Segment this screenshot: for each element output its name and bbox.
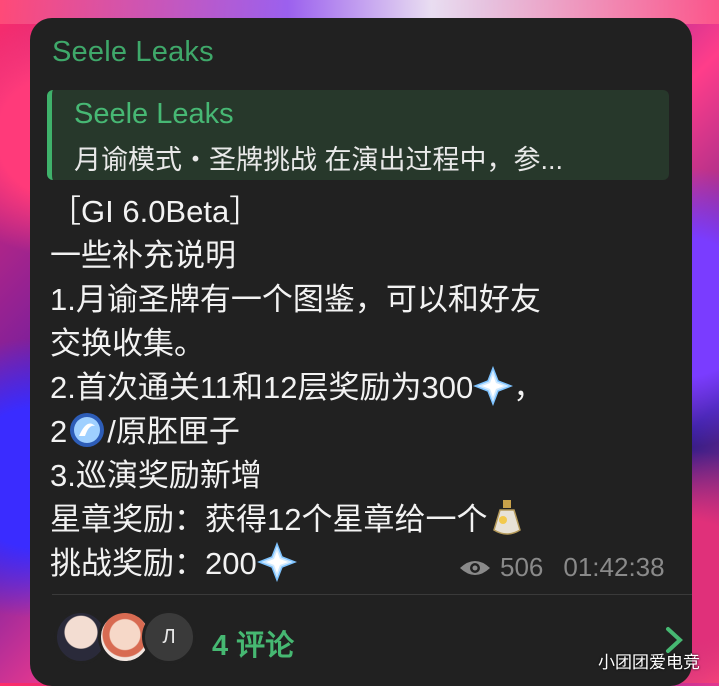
message-bubble: Seele Leaks Seele Leaks 月谕模式・圣牌挑战 在演出过程中… [30, 18, 692, 686]
message-line: 交换收集。 [50, 326, 205, 361]
message-time: 01:42:38 [563, 552, 665, 582]
comments-bar[interactable]: Л 4 评论 [52, 610, 692, 670]
watermark: 小团团爱电竞 [598, 653, 700, 672]
message-line-text: 2.首次通关11和12层奖励为300 [50, 370, 474, 405]
avatar: Л [142, 610, 196, 664]
sender-name[interactable]: Seele Leaks [52, 36, 214, 69]
divider [52, 594, 692, 595]
message-line: 1.月谕圣牌有一个图鉴，可以和好友 [50, 282, 541, 317]
view-count: 506 [500, 552, 544, 582]
message-line: ［GI 6.0Beta］ [50, 194, 261, 229]
message-line-text: /原胚匣子 [107, 414, 240, 449]
fate-icon [70, 413, 105, 447]
reply-sender-name: Seele Leaks [74, 98, 234, 130]
vial-icon [493, 500, 522, 535]
message-line: 星章奖励：获得12个星章给一个 [50, 498, 544, 542]
message-meta: 506 01:42:38 [458, 552, 665, 583]
primogem-icon [473, 366, 514, 406]
message-line-text: 星章奖励：获得12个星章给一个 [50, 502, 488, 537]
message-line: 2.首次通关11和12层奖励为300 ， [50, 366, 544, 410]
reply-text: 月谕模式・圣牌挑战 在演出过程中，参... [74, 145, 564, 175]
message-line-text: ， [513, 370, 545, 405]
primogem-icon [256, 542, 297, 582]
message-line: 3.巡演奖励新增 [50, 458, 262, 493]
reply-preview[interactable]: Seele Leaks 月谕模式・圣牌挑战 在演出过程中，参... [47, 90, 669, 180]
message-line: 2/原胚匣子 [50, 410, 544, 454]
eye-icon [460, 560, 490, 575]
comments-label[interactable]: 4 评论 [212, 622, 294, 664]
message-line-text: 2 [50, 414, 68, 449]
message-line: 一些补充说明 [50, 238, 236, 273]
message-line-text: 挑战奖励：200 [50, 546, 257, 581]
message-text: ［GI 6.0Beta］ 一些补充说明 1.月谕圣牌有一个图鉴，可以和好友 交换… [50, 190, 544, 586]
